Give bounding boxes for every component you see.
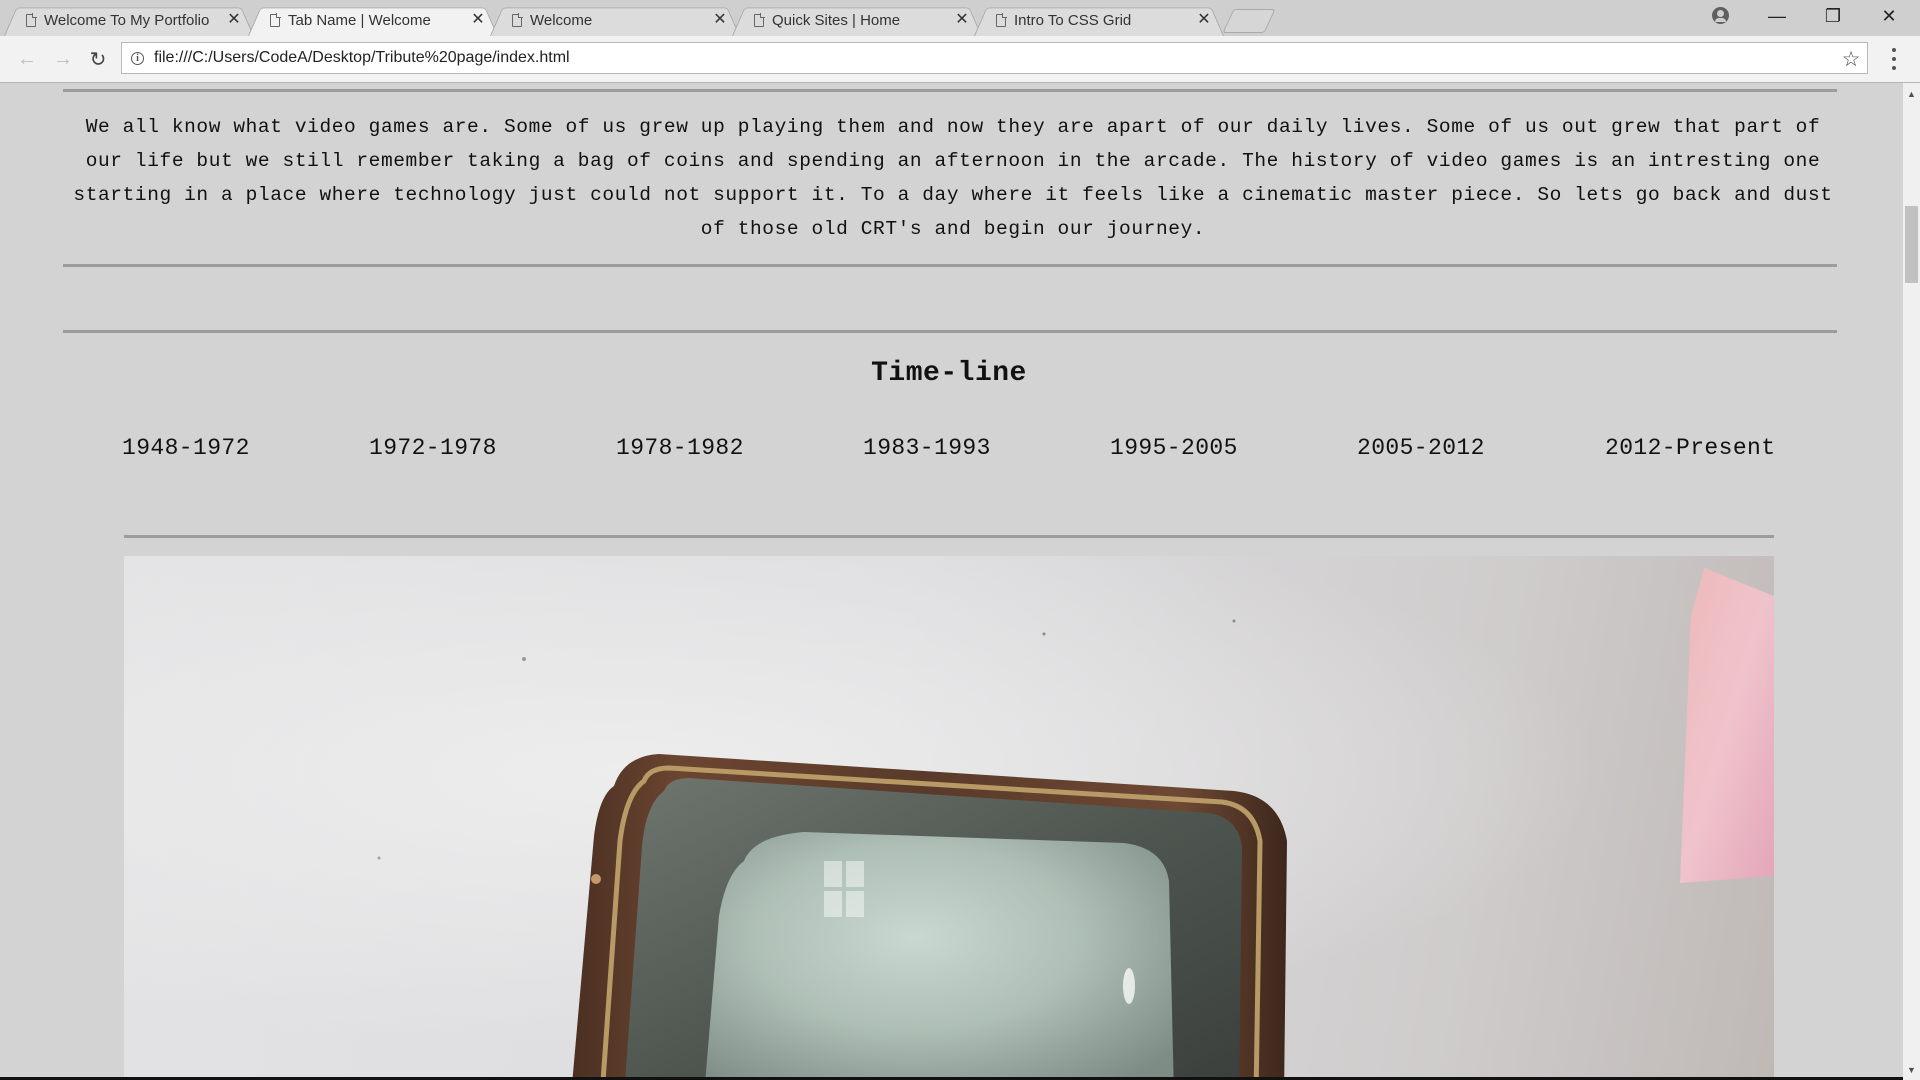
tab-title: Quick Sites | Home: [772, 11, 901, 29]
divider: [63, 264, 1837, 267]
timeline-link-1948-1972[interactable]: 1948-1972: [122, 435, 250, 461]
tab-quick-sites-home[interactable]: Quick Sites | Home ✕: [732, 4, 982, 36]
close-icon[interactable]: ✕: [470, 11, 486, 29]
scroll-down-arrow-icon[interactable]: ▼: [1903, 1061, 1920, 1078]
divider: [124, 535, 1774, 538]
profile-icon[interactable]: [1712, 7, 1729, 24]
timeline-link-1978-1982[interactable]: 1978-1982: [616, 435, 744, 461]
address-bar[interactable]: i file:///C:/Users/CodeA/Desktop/Tribute…: [121, 42, 1868, 74]
close-icon[interactable]: ✕: [1196, 11, 1212, 29]
divider: [63, 89, 1837, 92]
scroll-thumb[interactable]: [1905, 206, 1918, 283]
browser-toolbar: ← → ↻ i file:///C:/Users/CodeA/Desktop/T…: [0, 36, 1920, 83]
crt-television-photo: [124, 556, 1774, 1080]
tab-welcome-to-my-portfolio[interactable]: Welcome To My Portfolio ✕: [4, 4, 254, 36]
page-icon: [270, 13, 281, 27]
new-tab-button[interactable]: [1222, 9, 1276, 33]
close-icon[interactable]: ✕: [712, 11, 728, 29]
timeline-nav: 1948-1972 1972-1978 1978-1982 1983-1993 …: [0, 435, 1903, 469]
tab-title: Intro To CSS Grid: [1014, 11, 1132, 29]
tab-strip: Welcome To My Portfolio ✕ Tab Name | Wel…: [0, 0, 1920, 36]
timeline-link-1995-2005[interactable]: 1995-2005: [1110, 435, 1238, 461]
tab-tab-name-welcome[interactable]: Tab Name | Welcome ✕: [248, 4, 498, 36]
close-icon[interactable]: ✕: [954, 11, 970, 29]
crt-television-illustration: [377, 568, 1774, 1080]
vertical-scrollbar[interactable]: ▲ ▼: [1903, 83, 1920, 1080]
timeline-link-1983-1993[interactable]: 1983-1993: [863, 435, 991, 461]
timeline-link-2012-present[interactable]: 2012-Present: [1605, 435, 1775, 461]
tab-intro-to-css-grid[interactable]: Intro To CSS Grid ✕: [974, 4, 1224, 36]
browser-menu-icon[interactable]: [1884, 48, 1904, 70]
timeline-link-2005-2012[interactable]: 2005-2012: [1357, 435, 1485, 461]
scroll-up-arrow-icon[interactable]: ▲: [1903, 85, 1920, 102]
timeline-link-1972-1978[interactable]: 1972-1978: [369, 435, 497, 461]
reload-button[interactable]: ↻: [85, 46, 111, 72]
tab-title: Tab Name | Welcome: [288, 11, 431, 29]
url-text[interactable]: file:///C:/Users/CodeA/Desktop/Tribute%2…: [154, 49, 570, 67]
close-icon[interactable]: ✕: [226, 11, 242, 29]
page-viewport: We all know what video games are. Some o…: [0, 83, 1903, 1080]
forward-button[interactable]: →: [50, 46, 76, 72]
back-button[interactable]: ←: [14, 46, 40, 72]
info-icon[interactable]: i: [131, 51, 144, 65]
divider: [63, 330, 1837, 333]
tab-title: Welcome To My Portfolio: [44, 11, 210, 29]
page-icon: [754, 13, 765, 27]
maximize-button[interactable]: ❐: [1810, 0, 1856, 32]
intro-paragraph: We all know what video games are. Some o…: [73, 116, 1833, 240]
tab-title: Welcome: [530, 11, 593, 29]
tab-welcome[interactable]: Welcome ✕: [490, 4, 740, 36]
page-icon: [996, 13, 1007, 27]
page-icon: [512, 13, 523, 27]
bookmark-star-icon[interactable]: ☆: [1838, 46, 1864, 72]
minimize-button[interactable]: —: [1754, 0, 1800, 32]
timeline-heading: Time-line: [871, 358, 1027, 389]
page-icon: [26, 13, 37, 27]
close-window-button[interactable]: ✕: [1866, 0, 1912, 32]
